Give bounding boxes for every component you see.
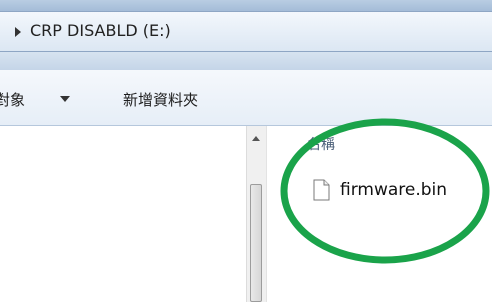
file-list-pane[interactable]: 名稱 firmware.bin — [266, 126, 492, 302]
address-path[interactable]: CRP DISABLD (E:) — [30, 21, 171, 40]
scroll-up-arrow-icon[interactable] — [252, 136, 260, 141]
scrollbar-thumb[interactable] — [250, 184, 262, 302]
chevron-right-icon[interactable] — [15, 27, 21, 37]
file-icon — [313, 179, 330, 201]
navigation-pane[interactable] — [0, 126, 246, 302]
new-folder-button[interactable]: 新增資料夾 — [123, 89, 198, 110]
address-bar[interactable]: CRP DISABLD (E:) — [0, 11, 492, 52]
nav-pane-scrollbar[interactable] — [246, 126, 266, 302]
window-top-strip — [0, 0, 492, 11]
header-separator — [0, 52, 492, 70]
file-name[interactable]: firmware.bin — [340, 180, 447, 200]
file-list-item[interactable]: firmware.bin — [313, 178, 483, 204]
chevron-down-icon[interactable] — [60, 96, 70, 102]
column-header-name[interactable]: 名稱 — [307, 134, 335, 154]
toolbar-item-object[interactable]: 對象 — [0, 89, 25, 110]
command-toolbar: 對象 新增資料夾 — [0, 70, 492, 126]
